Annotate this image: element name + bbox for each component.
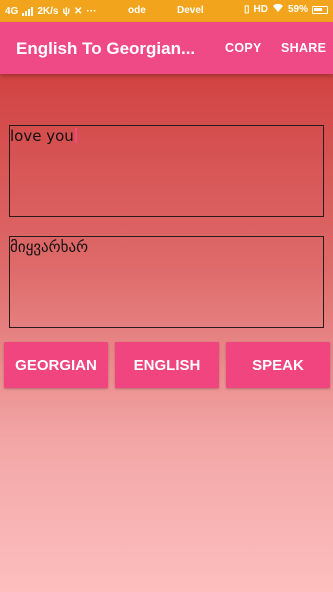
- signal-icon: [22, 6, 34, 16]
- copy-button[interactable]: COPY: [225, 41, 262, 55]
- georgian-button[interactable]: GEORGIAN: [4, 342, 108, 388]
- network-speed: 2K/s: [37, 5, 59, 17]
- status-mode-text: ode: [128, 5, 146, 16]
- status-bar: 4G 2K/s ψ ✕ ··· ode Devel ▯ HD 59%: [0, 0, 333, 22]
- status-dev-text: Devel: [177, 5, 204, 16]
- source-text-value: love you: [10, 127, 74, 145]
- battery-percent: 59%: [287, 4, 308, 15]
- status-right: ▯ HD 59%: [244, 3, 328, 16]
- network-type: 4G: [5, 5, 19, 17]
- english-button[interactable]: ENGLISH: [115, 342, 219, 388]
- app-title: English To Georgian...: [16, 39, 196, 58]
- more-icon: ···: [86, 5, 97, 17]
- speak-button[interactable]: SPEAK: [226, 342, 330, 388]
- app-bar: English To Georgian... COPY SHARE: [0, 22, 333, 74]
- source-text-input[interactable]: love you: [9, 125, 324, 217]
- hd-label: HD: [253, 4, 268, 15]
- share-button[interactable]: SHARE: [281, 41, 326, 55]
- usb-icon: ψ: [62, 5, 71, 17]
- text-cursor: [74, 128, 77, 143]
- status-left: 4G 2K/s ψ ✕ ···: [5, 6, 96, 17]
- wifi-icon: [272, 3, 284, 16]
- tools-icon: ✕: [74, 5, 83, 17]
- translation-value: მიყვარხარ: [10, 238, 89, 256]
- battery-icon: [312, 5, 328, 14]
- translation-output[interactable]: მიყვარხარ: [9, 236, 324, 328]
- vibrate-icon: ▯: [244, 4, 250, 15]
